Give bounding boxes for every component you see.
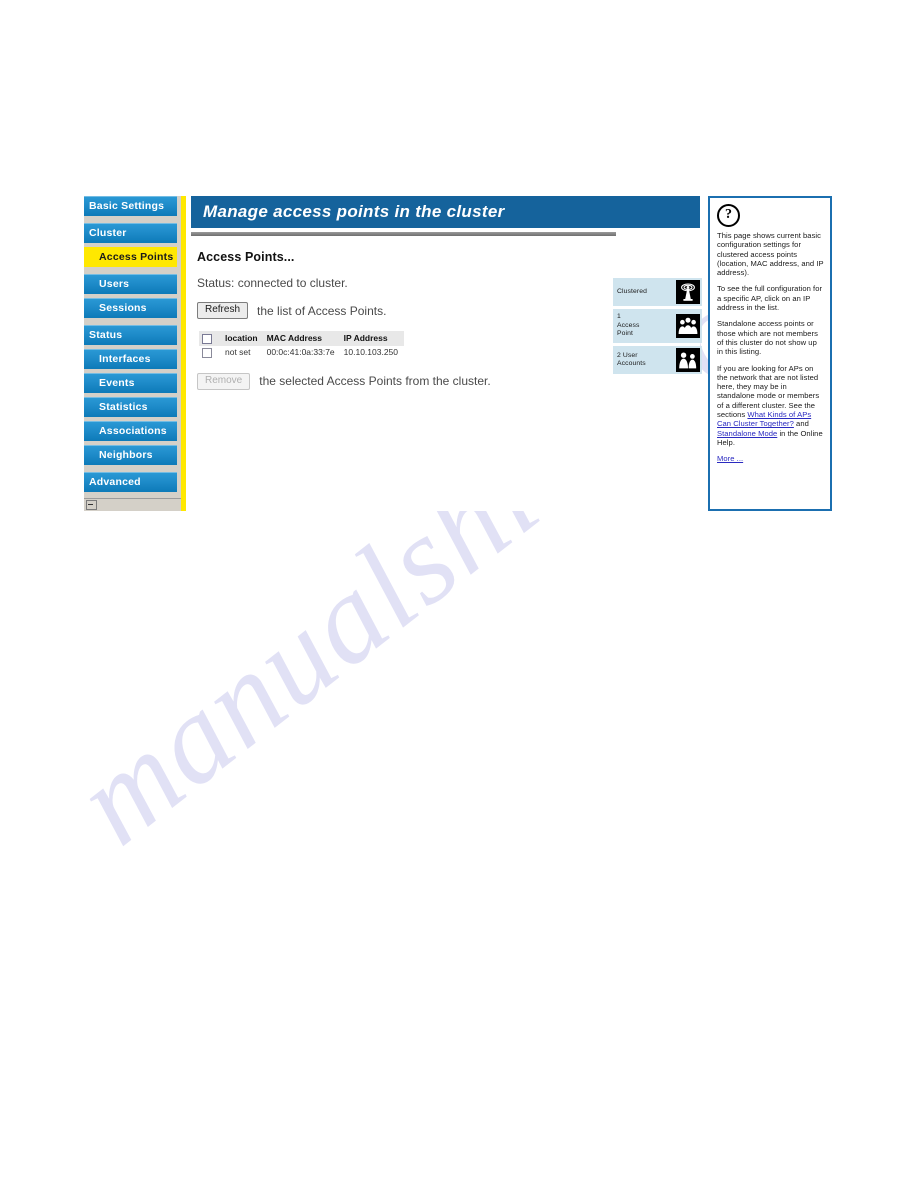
- help-paragraph-2: To see the full configuration for a spec…: [717, 284, 823, 313]
- remove-description: the selected Access Points from the clus…: [259, 374, 491, 388]
- sidebar-item-basic-settings[interactable]: Basic Settings: [84, 196, 177, 216]
- select-all-header: [199, 331, 222, 346]
- help-para4-mid: and: [793, 419, 809, 429]
- sidebar-item-associations[interactable]: Associations: [84, 421, 177, 441]
- status-box-label: Clustered: [617, 287, 647, 295]
- users-group-icon: [676, 314, 700, 338]
- status-box-label: 2 User Accounts: [617, 351, 646, 367]
- help-question-icon: ?: [717, 204, 740, 227]
- help-panel: ? This page shows current basic configur…: [708, 196, 832, 511]
- antenna-icon: [676, 280, 700, 304]
- sidebar-item-advanced[interactable]: Advanced: [84, 472, 177, 492]
- column-header-location: location: [222, 331, 264, 346]
- row-select-cell: [199, 345, 222, 359]
- sidebar-item-statistics[interactable]: Statistics: [84, 397, 177, 417]
- status-box-clustered: Clustered: [613, 278, 702, 306]
- row-checkbox[interactable]: [202, 347, 212, 358]
- link-standalone-mode[interactable]: Standalone Mode: [717, 429, 777, 438]
- select-all-checkbox[interactable]: [202, 333, 212, 344]
- sidebar-item-events[interactable]: Events: [84, 373, 177, 393]
- refresh-description: the list of Access Points.: [257, 303, 387, 318]
- sidebar-item-sessions[interactable]: Sessions: [84, 298, 177, 318]
- sidebar-footer: [84, 498, 181, 511]
- page-watermark: manualshive.com: [0, 0, 918, 1188]
- user-accounts-icon: [676, 348, 700, 372]
- access-points-table: location MAC Address IP Address not set 0…: [199, 331, 405, 359]
- status-box-1-access-point: 1 Access Point: [613, 309, 702, 343]
- content-body: Access Points... Status: connected to cl…: [191, 236, 702, 390]
- page-title: Manage access points in the cluster: [191, 196, 700, 228]
- sidebar-item-list: Basic Settings Cluster Access Points Users S…: [84, 196, 181, 492]
- sidebar-item-status[interactable]: Status: [84, 325, 177, 345]
- column-header-mac-address: MAC Address: [263, 331, 341, 346]
- help-paragraph-4: If you are looking for APs on the networ…: [717, 364, 825, 448]
- sidebar-navigation: Basic Settings Cluster Access Points Users S…: [84, 196, 186, 511]
- help-more-wrapper: More ...: [717, 454, 825, 463]
- column-header-ip-address: IP Address: [340, 331, 405, 346]
- remove-button[interactable]: Remove: [197, 372, 251, 390]
- section-heading: Access Points...: [197, 250, 295, 264]
- sidebar-item-access-points[interactable]: Access Points: [84, 247, 177, 267]
- main-content: Manage access points in the cluster Acce…: [191, 196, 702, 511]
- sidebar-collapse-toggle[interactable]: [86, 500, 97, 510]
- cell-ip-address: 10.10.103.250: [340, 345, 405, 359]
- table-body: not set 00:0c:41:0a:33:7e 10.10.103.250: [199, 345, 405, 359]
- help-paragraph-3: Standalone access points or those which …: [717, 319, 818, 357]
- admin-ui-window: Basic Settings Cluster Access Points Users S…: [84, 196, 832, 511]
- help-paragraph-1: This page shows current basic configurat…: [717, 231, 824, 278]
- status-box-label: 1 Access Point: [617, 313, 640, 338]
- refresh-button[interactable]: Refresh: [197, 302, 249, 319]
- cell-mac-address: 00:0c:41:0a:33:7e: [263, 345, 341, 359]
- link-more[interactable]: More ...: [717, 454, 743, 463]
- sidebar-item-cluster[interactable]: Cluster: [84, 223, 177, 243]
- table-row: not set 00:0c:41:0a:33:7e 10.10.103.250: [199, 345, 405, 359]
- table-header-row: location MAC Address IP Address: [199, 331, 405, 346]
- sidebar-item-interfaces[interactable]: Interfaces: [84, 349, 177, 369]
- cluster-status-boxes: Clustered 1 Access Point 2 User Accounts: [613, 278, 702, 377]
- cell-location: not set: [222, 345, 264, 359]
- sidebar-item-neighbors[interactable]: Neighbors: [84, 445, 177, 465]
- status-box-2-user-accounts: 2 User Accounts: [613, 346, 702, 374]
- table-header: location MAC Address IP Address: [199, 331, 405, 346]
- sidebar-item-users[interactable]: Users: [84, 274, 177, 294]
